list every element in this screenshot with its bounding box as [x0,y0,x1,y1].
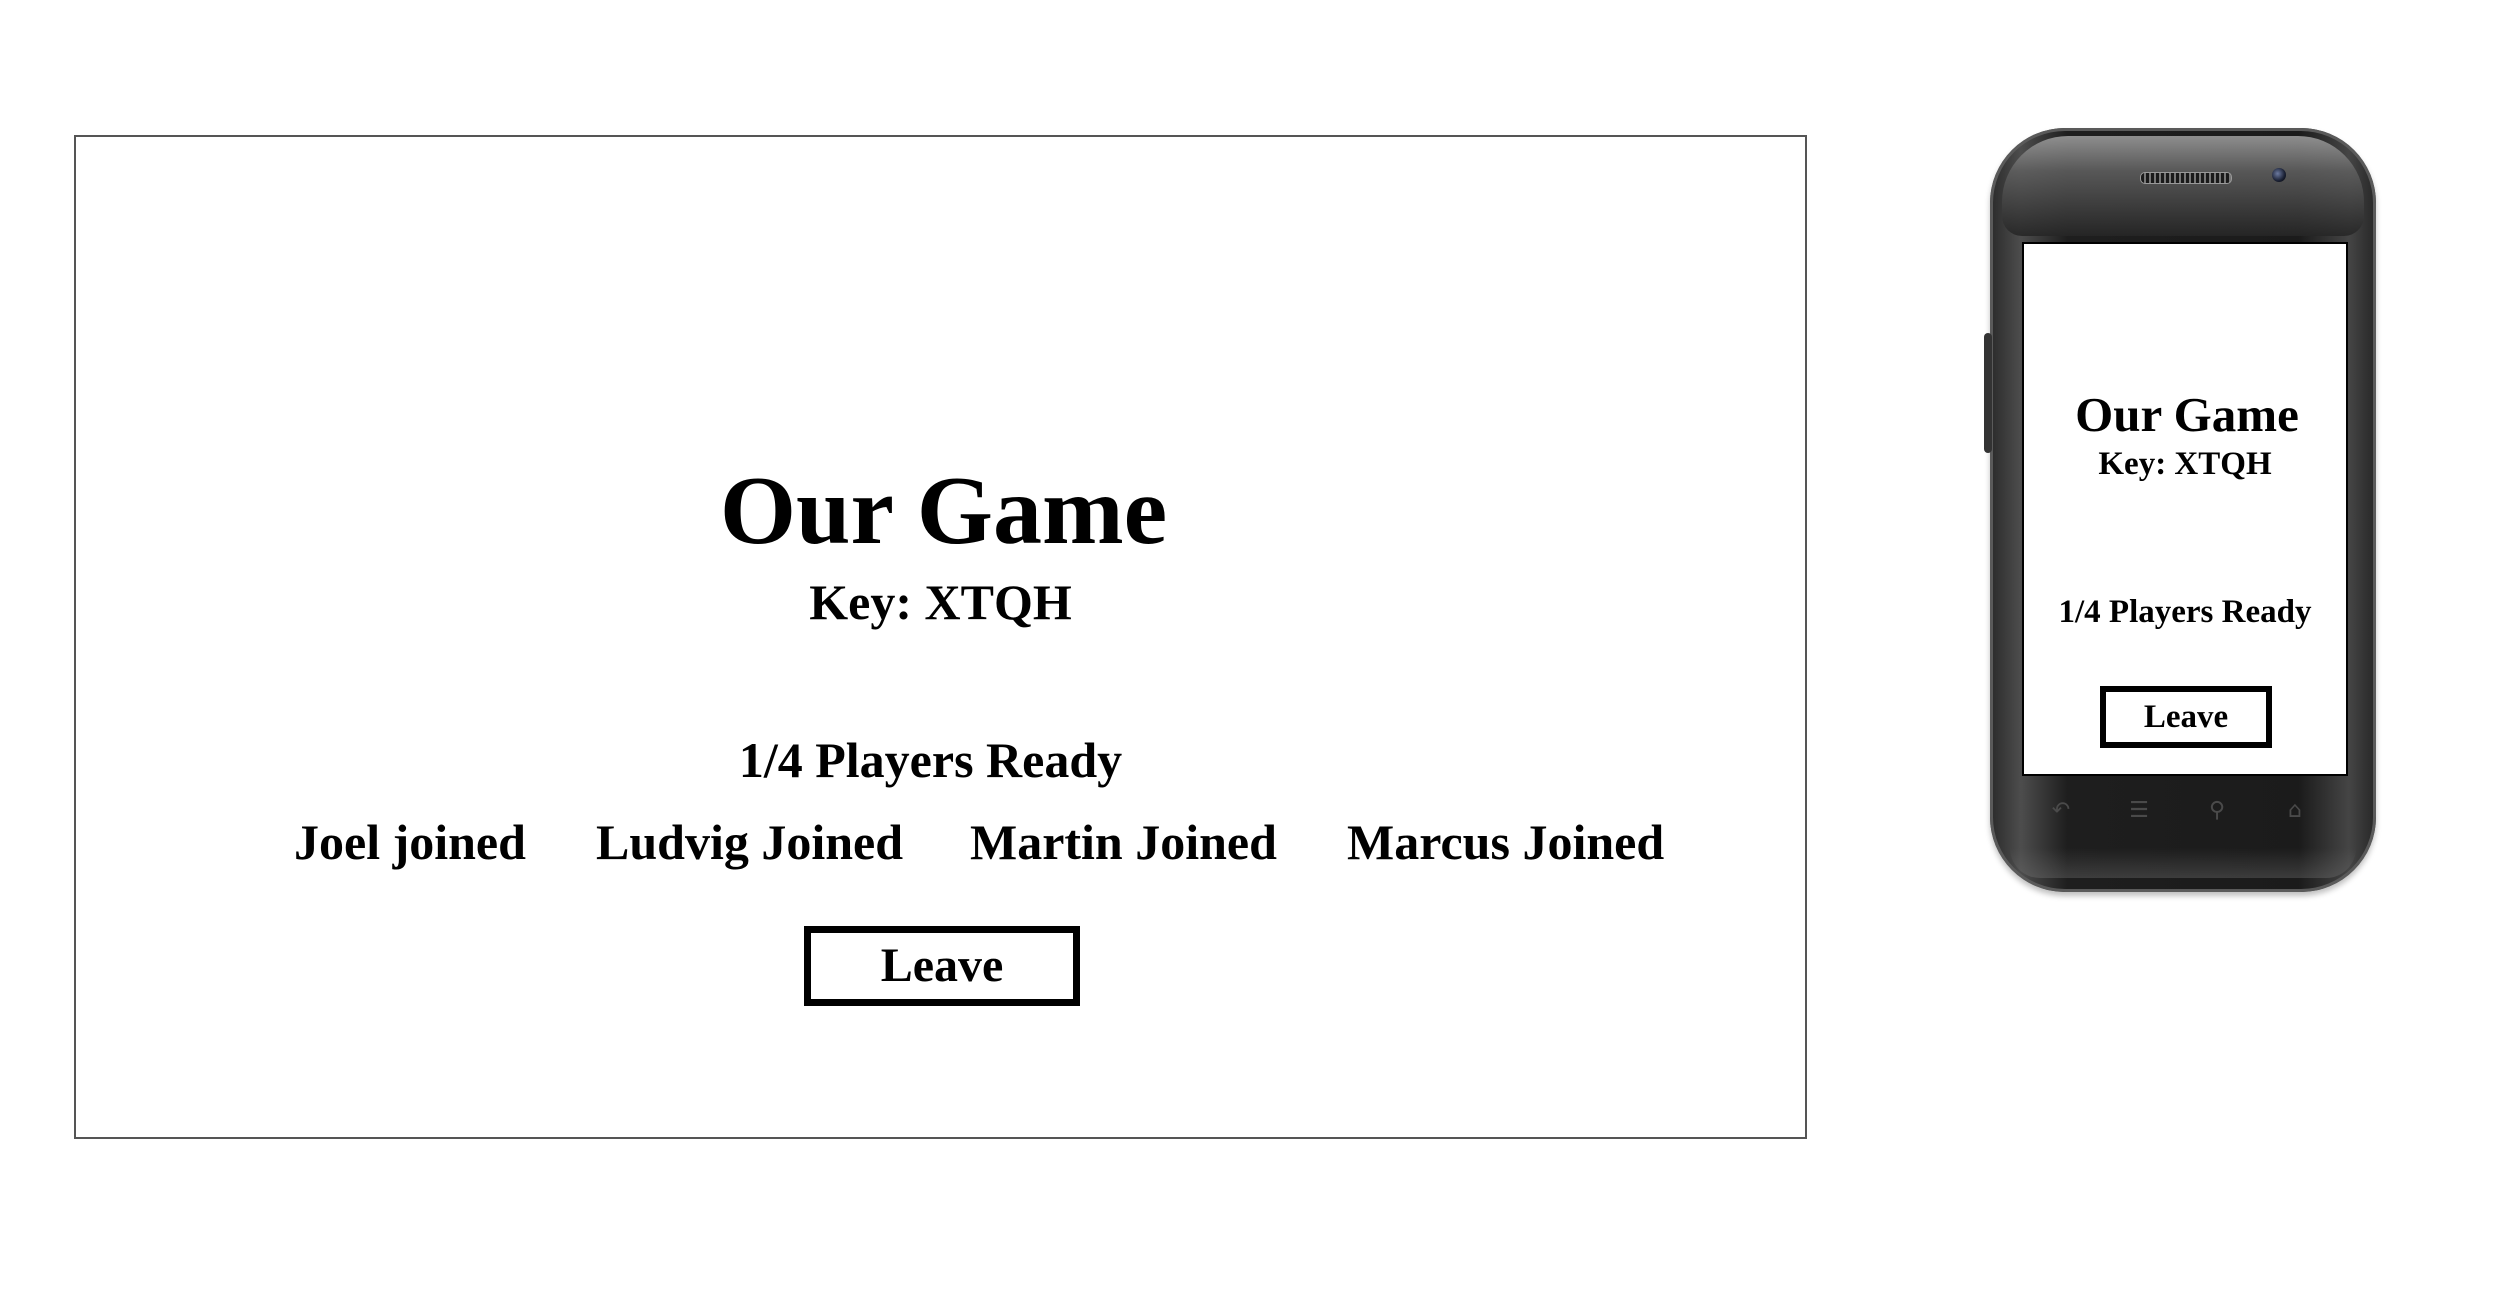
phone-side-button [1984,333,1992,453]
player-joined-item: Marcus Joined [1347,814,1665,870]
leave-button[interactable]: Leave [804,926,1080,1006]
player-list: Joel joined Ludvig Joined Martin Joined … [76,817,1805,877]
game-key: Key: XTQH [809,574,1072,630]
phone-speaker-grille [2140,172,2232,184]
mockup-canvas: Our Game Key: XTQH 1/4 Players Ready Joe… [0,0,2500,1300]
search-icon[interactable]: ⚲ [2202,796,2232,826]
mobile-lobby-screen: Our Game Key: XTQH 1/4 Players Ready Lea… [2022,242,2348,776]
home-icon[interactable]: ⌂ [2280,796,2310,826]
phone-camera-icon [2272,168,2286,182]
mobile-leave-button[interactable]: Leave [2100,686,2272,748]
back-icon[interactable]: ↶ [2046,796,2076,826]
menu-icon[interactable]: ☰ [2124,796,2154,826]
phone-bezel-top [2002,136,2364,236]
phone-nav-bar: ↶ ☰ ⚲ ⌂ [2030,796,2336,836]
mobile-players-ready-status: 1/4 Players Ready [2058,594,2312,630]
desktop-lobby-screen: Our Game Key: XTQH 1/4 Players Ready Joe… [74,135,1807,1139]
player-joined-item: Ludvig Joined [596,814,904,870]
phone-device: Our Game Key: XTQH 1/4 Players Ready Lea… [1984,128,2376,892]
players-ready-status: 1/4 Players Ready [738,732,1123,788]
phone-bezel-bottom [2010,848,2356,878]
mobile-game-title: Our Game [2075,387,2299,442]
player-joined-item: Joel joined [294,814,526,870]
player-joined-item: Martin Joined [970,814,1277,870]
mobile-game-key: Key: XTQH [2098,446,2272,482]
game-title: Our Game [719,457,1168,565]
